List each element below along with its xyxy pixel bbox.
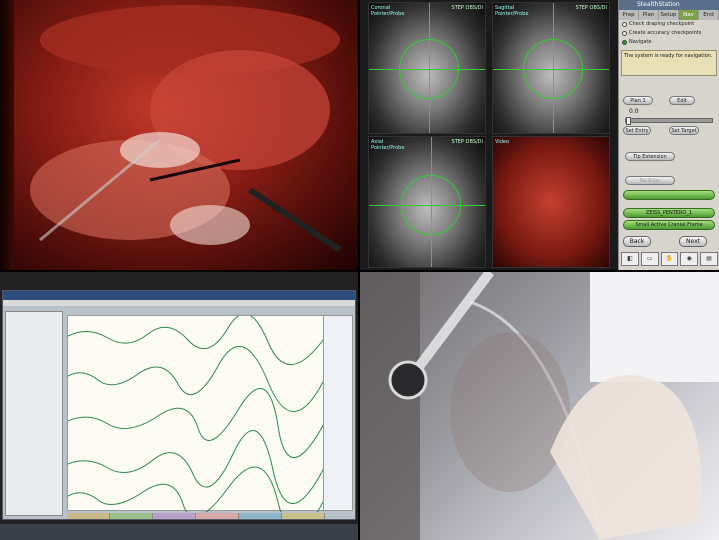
axial-view: Axial Pointer/Probe STEP OBS/DI xyxy=(368,136,486,268)
instrument-label[interactable]: ZEISS_PENTERO_1 xyxy=(623,208,715,218)
tab-plan[interactable]: Plan xyxy=(639,10,659,20)
hand-icon[interactable]: ✋ xyxy=(660,252,679,266)
set-entry-button[interactable]: Set Entry xyxy=(623,126,651,135)
coronal-view-label: Coronal Pointer/Probe xyxy=(371,5,405,17)
eeg-monitor-screen xyxy=(0,272,358,540)
status-message: The system is ready for navigation. xyxy=(621,50,717,76)
frame-label[interactable]: Small Active Cranial Frame xyxy=(623,220,715,230)
mouse-icon[interactable]: ◧ xyxy=(621,252,639,266)
radio-selected-icon xyxy=(622,40,627,45)
screen-icon[interactable]: ▭ xyxy=(640,252,659,266)
eeg-bottom-bar xyxy=(67,513,325,519)
eeg-window-title xyxy=(3,291,355,300)
slider-value: 0.0 xyxy=(629,108,639,115)
operating-room-camera xyxy=(360,272,719,540)
eeg-window xyxy=(2,290,356,533)
tab-setup[interactable]: Setup xyxy=(659,10,679,20)
surgical-field-image xyxy=(30,5,342,253)
status-bar xyxy=(623,190,715,200)
tab-prep[interactable]: Prep xyxy=(619,10,639,20)
set-target-button[interactable]: Set Target xyxy=(669,126,699,135)
composite-screen: Coronal Pointer/Probe STEP OBS/DI Sagitta… xyxy=(0,0,719,540)
panel-title: StealthStation xyxy=(619,0,719,10)
eeg-menu-bar xyxy=(3,300,355,306)
tab-end[interactable]: End xyxy=(699,10,719,20)
re-align-button[interactable]: Re-Align xyxy=(625,176,675,185)
radio-icon xyxy=(622,31,627,36)
tool-icon-row: ◧ ▭ ✋ ◉ ▤ xyxy=(621,252,718,266)
plan-button[interactable]: Plan 1 xyxy=(623,96,653,105)
axial-view-label: Axial Pointer/Probe xyxy=(371,139,405,151)
checkpoint-navigate[interactable]: Navigate xyxy=(619,38,719,47)
os-taskbar xyxy=(0,524,358,540)
checkpoint-draping[interactable]: Check draping checkpoint xyxy=(619,20,719,29)
slider-knob[interactable] xyxy=(626,117,631,125)
print-icon[interactable]: ▤ xyxy=(700,252,718,266)
tab-nav[interactable]: Nav xyxy=(679,10,699,20)
checkpoint-accuracy[interactable]: Create accuracy checkpoints xyxy=(619,29,719,38)
depth-slider[interactable] xyxy=(625,117,713,125)
video-view-label: Video xyxy=(495,139,510,145)
sagittal-series-label: STEP OBS/DI xyxy=(575,5,607,11)
camera-icon[interactable]: ◉ xyxy=(680,252,699,266)
nav-tabs: Prep Plan Setup Nav End xyxy=(619,10,719,20)
next-button[interactable]: Next xyxy=(679,236,707,247)
sagittal-view-label: Sagittal Pointer/Probe xyxy=(495,5,529,17)
eeg-info-panel xyxy=(323,315,353,511)
sagittal-view: Sagittal Pointer/Probe STEP OBS/DI xyxy=(492,2,610,134)
stealthstation-control-panel: StealthStation Prep Plan Setup Nav End C… xyxy=(618,0,719,270)
coronal-series-label: STEP OBS/DI xyxy=(451,5,483,11)
coronal-view: Coronal Pointer/Probe STEP OBS/DI xyxy=(368,2,486,134)
back-button[interactable]: Back xyxy=(623,236,651,247)
tip-extension-button[interactable]: Tip Extension xyxy=(625,152,675,161)
eeg-montage-sidebar xyxy=(5,311,63,516)
eeg-waveform-plot xyxy=(67,313,327,533)
surgical-microscope-video xyxy=(0,0,358,270)
eeg-traces xyxy=(67,313,327,533)
axial-series-label: STEP OBS/DI xyxy=(451,139,483,145)
edit-button[interactable]: Edit xyxy=(669,96,695,105)
video-view: Video xyxy=(492,136,610,268)
stealthstation-navigation: Coronal Pointer/Probe STEP OBS/DI Sagitta… xyxy=(360,0,719,270)
radio-icon xyxy=(622,22,627,27)
operating-room-scene xyxy=(360,272,719,540)
